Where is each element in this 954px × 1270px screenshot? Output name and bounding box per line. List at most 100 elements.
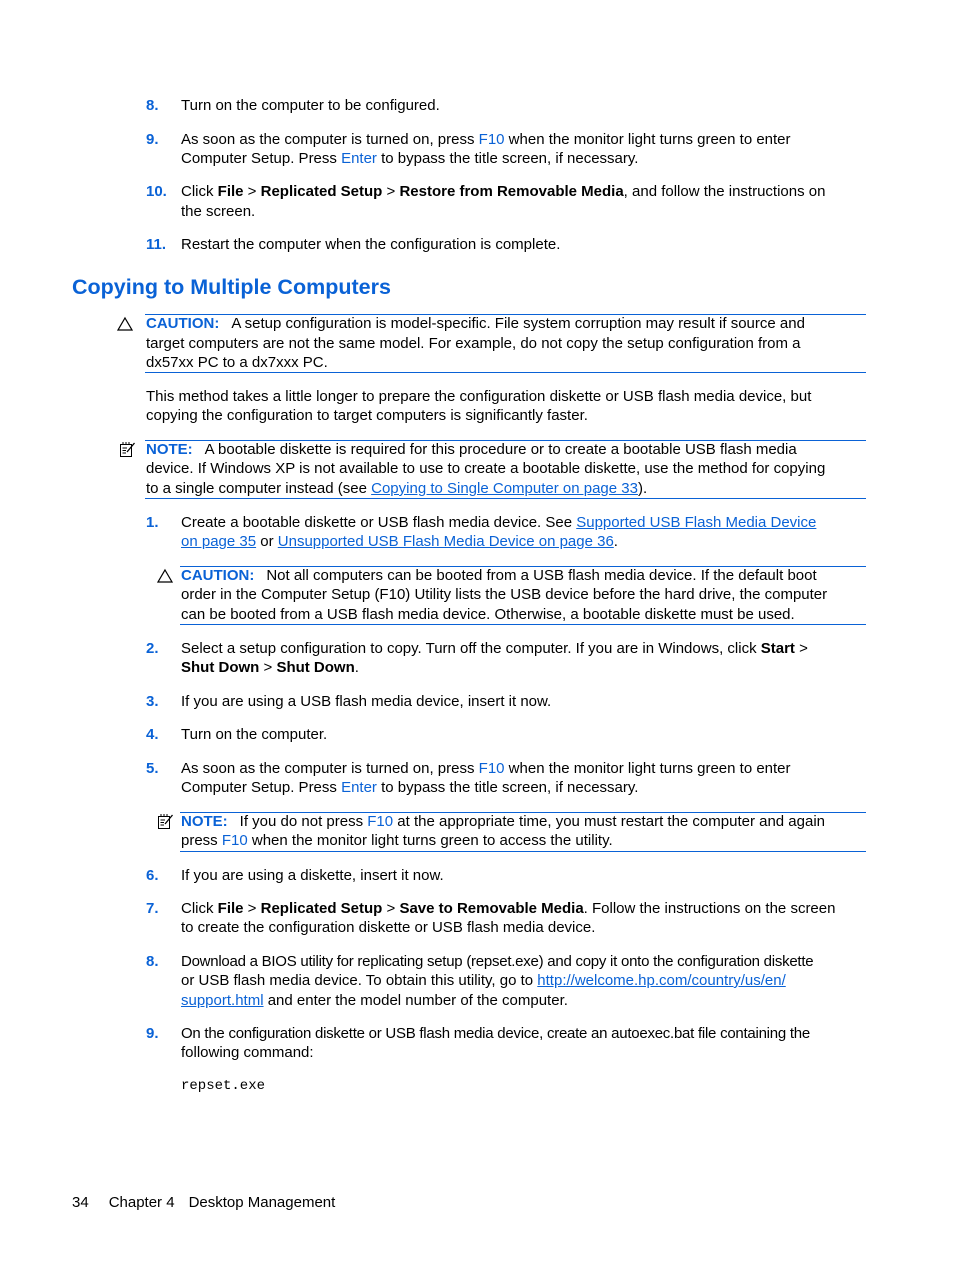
menu-save-removable-media: Save to Removable Media bbox=[399, 900, 584, 917]
text: Select a setup configuration to copy. Tu… bbox=[181, 640, 761, 657]
paragraph-line: copying the configuration to target comp… bbox=[146, 407, 588, 424]
text: , and follow the instructions on bbox=[623, 183, 826, 200]
caution-line: dx57xx PC to a dx7xxx PC. bbox=[146, 354, 328, 371]
text: to a single computer instead (see bbox=[146, 480, 372, 497]
menu-file: File bbox=[217, 183, 244, 200]
step-text-line: or USB flash media device. To obtain thi… bbox=[181, 971, 786, 990]
text: Click bbox=[181, 900, 218, 917]
step-text-line: Click File > Replicated Setup > Restore … bbox=[181, 182, 825, 201]
step-text-line: to create the configuration diskette or … bbox=[181, 919, 596, 936]
step-text-line: As soon as the computer is turned on, pr… bbox=[181, 130, 791, 149]
note-line: press F10 when the monitor light turns g… bbox=[181, 831, 613, 850]
text: As soon as the computer is turned on, pr… bbox=[181, 760, 479, 777]
caution-triangle-icon bbox=[117, 316, 133, 331]
separator: > bbox=[243, 900, 261, 917]
caution-line: order in the Computer Setup (F10) Utilit… bbox=[181, 586, 828, 603]
text: Click bbox=[181, 183, 218, 200]
caution-line: CAUTION: A setup configuration is model-s… bbox=[146, 314, 805, 333]
step-number: 9. bbox=[146, 1025, 159, 1042]
text: A bootable diskette is required for this… bbox=[204, 441, 797, 458]
text: or USB flash media device. To obtain thi… bbox=[181, 972, 538, 989]
text: A setup configuration is model-specific.… bbox=[231, 315, 805, 332]
divider bbox=[145, 372, 866, 373]
step-text-line: As soon as the computer is turned on, pr… bbox=[181, 759, 791, 778]
code-command: repset.exe bbox=[181, 1078, 266, 1094]
key-f10: F10 bbox=[221, 832, 248, 849]
step-number: 1. bbox=[146, 514, 159, 531]
link-copying-single-computer[interactable]: Copying to Single Computer on page 33 bbox=[371, 480, 638, 497]
step-text-line: following command: bbox=[181, 1044, 314, 1061]
separator: > bbox=[794, 640, 808, 657]
separator: > bbox=[382, 183, 400, 200]
step-text-line: Shut Down > Shut Down. bbox=[181, 658, 359, 677]
link-hp-support-url-cont[interactable]: support.html bbox=[181, 992, 264, 1009]
step-text-line: Select a setup configuration to copy. Tu… bbox=[181, 639, 808, 658]
note-label: NOTE: bbox=[181, 813, 228, 830]
text: or bbox=[256, 533, 278, 550]
link-supported-usb-page[interactable]: on page 35 bbox=[181, 533, 256, 550]
page-number: 34 bbox=[72, 1194, 89, 1211]
text: If you do not press bbox=[239, 813, 368, 830]
text: . Follow the instructions on the screen bbox=[583, 900, 836, 917]
note-label: NOTE: bbox=[146, 441, 193, 458]
link-supported-usb[interactable]: Supported USB Flash Media Device bbox=[576, 514, 816, 531]
menu-replicated-setup: Replicated Setup bbox=[260, 183, 383, 200]
text: Computer Setup. Press bbox=[181, 150, 342, 167]
menu-shut-down: Shut Down bbox=[181, 659, 260, 676]
key-f10: F10 bbox=[367, 813, 394, 830]
note-line: device. If Windows XP is not available t… bbox=[146, 460, 826, 477]
step-number: 5. bbox=[146, 760, 159, 777]
step-text-line: Computer Setup. Press Enter to bypass th… bbox=[181, 778, 638, 797]
chapter-label: Chapter 4 bbox=[108, 1194, 175, 1211]
text: at the appropriate time, you must restar… bbox=[393, 813, 826, 830]
text: when the monitor light turns green to en… bbox=[504, 131, 791, 148]
text: . bbox=[354, 659, 359, 676]
step-number: 6. bbox=[146, 867, 159, 884]
step-text-line: the screen. bbox=[181, 203, 256, 220]
note-line: NOTE: If you do not press F10 at the appr… bbox=[181, 812, 825, 831]
caution-line: target computers are not the same model.… bbox=[146, 335, 801, 352]
key-f10: F10 bbox=[478, 131, 505, 148]
text: As soon as the computer is turned on, pr… bbox=[181, 131, 479, 148]
text: to bypass the title screen, if necessary… bbox=[376, 779, 639, 796]
step-number: 11. bbox=[146, 236, 167, 253]
menu-shut-down-confirm: Shut Down bbox=[276, 659, 355, 676]
step-number: 7. bbox=[146, 900, 159, 917]
link-unsupported-usb[interactable]: Unsupported USB Flash Media Device on pa… bbox=[278, 533, 614, 550]
key-enter: Enter bbox=[341, 779, 377, 796]
text: and enter the model number of the comput… bbox=[263, 992, 568, 1009]
paragraph-line: This method takes a little longer to pre… bbox=[146, 388, 812, 405]
note-line: to a single computer instead (see Copyin… bbox=[146, 479, 647, 498]
step-text: If you are using a USB flash media devic… bbox=[181, 693, 552, 710]
section-heading: Copying to Multiple Computers bbox=[72, 275, 391, 299]
step-text-line: Computer Setup. Press Enter to bypass th… bbox=[181, 149, 638, 168]
step-number: 8. bbox=[146, 97, 159, 114]
separator: > bbox=[382, 900, 400, 917]
page-footer: 34 Chapter 4 Desktop Management bbox=[72, 1193, 335, 1212]
step-text-line: Click File > Replicated Setup > Save to … bbox=[181, 899, 835, 918]
step-text: Turn on the computer to be configured. bbox=[181, 97, 440, 114]
step-number: 3. bbox=[146, 693, 159, 710]
step-text: If you are using a diskette, insert it n… bbox=[181, 867, 444, 884]
note-line: NOTE: A bootable diskette is required for… bbox=[146, 440, 797, 459]
step-text-line: on page 35 or Unsupported USB Flash Medi… bbox=[181, 532, 618, 551]
caution-label: CAUTION: bbox=[146, 315, 220, 332]
note-pencil-icon bbox=[158, 814, 173, 829]
step-text-line: Create a bootable diskette or USB flash … bbox=[181, 513, 816, 532]
key-f10: F10 bbox=[478, 760, 505, 777]
divider bbox=[145, 498, 866, 499]
step-number: 8. bbox=[146, 953, 159, 970]
caution-line: CAUTION: Not all computers can be booted … bbox=[181, 566, 817, 585]
divider bbox=[180, 851, 866, 852]
step-text-line: Download a BIOS utility for replicating … bbox=[181, 953, 814, 970]
step-number: 9. bbox=[146, 131, 159, 148]
text: Create a bootable diskette or USB flash … bbox=[181, 514, 577, 531]
text: when the monitor light turns green to ac… bbox=[247, 832, 613, 849]
link-hp-support-url[interactable]: http://welcome.hp.com/country/us/en/ bbox=[537, 972, 785, 989]
text: ). bbox=[637, 480, 648, 497]
step-text-line: On the configuration diskette or USB fla… bbox=[181, 1025, 810, 1042]
separator: > bbox=[259, 659, 277, 676]
separator: > bbox=[243, 183, 261, 200]
text: . bbox=[613, 533, 618, 550]
divider bbox=[180, 624, 866, 625]
